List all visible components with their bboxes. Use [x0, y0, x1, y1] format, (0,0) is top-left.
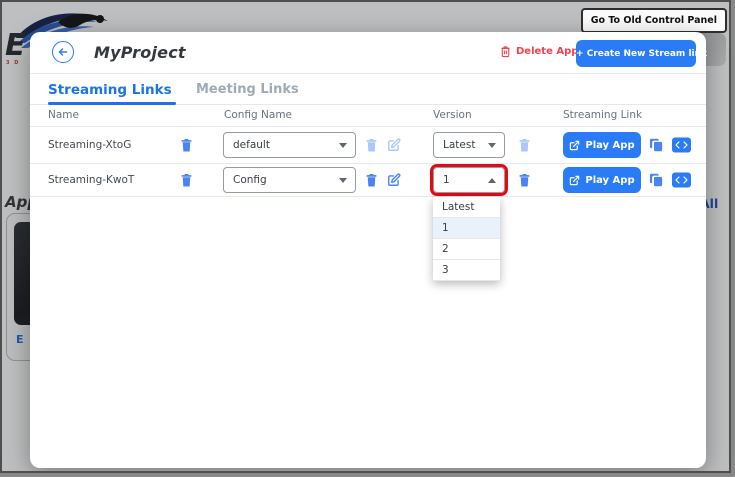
- caret-down-icon: [339, 143, 347, 148]
- delete-version-button[interactable]: [518, 173, 531, 188]
- column-header-streaming-link: Streaming Link: [563, 109, 642, 121]
- trash-icon: [180, 138, 193, 153]
- app-window: E 3 D Go To Old Control Panel Apps All E…: [0, 0, 731, 473]
- edit-icon: [387, 173, 401, 187]
- version-select-open[interactable]: 1: [433, 167, 505, 193]
- copy-link-button[interactable]: [649, 137, 664, 153]
- column-header-config-name: Config Name: [224, 109, 292, 121]
- create-new-stream-link-button[interactable]: + Create New Stream link: [576, 40, 696, 67]
- external-link-icon: [569, 140, 580, 151]
- version-option[interactable]: Latest: [433, 197, 500, 218]
- copy-icon: [649, 172, 664, 188]
- version-value: Latest: [434, 139, 475, 151]
- version-option[interactable]: 2: [433, 239, 500, 260]
- edit-config-button[interactable]: [387, 173, 401, 187]
- column-header-name: Name: [48, 109, 79, 121]
- config-name-select[interactable]: Config: [223, 167, 356, 193]
- version-option[interactable]: 3: [433, 260, 500, 281]
- delete-trash-icon: [500, 45, 511, 58]
- plus-icon: +: [576, 49, 584, 59]
- code-embed-icon: [675, 141, 688, 150]
- back-button[interactable]: [52, 41, 74, 63]
- config-name-value: Config: [224, 174, 267, 186]
- delete-app-button[interactable]: Delete App: [500, 45, 578, 58]
- code-embed-icon: [675, 176, 688, 185]
- modal-header: MyProject Delete App + Create New Stream…: [30, 32, 706, 74]
- embed-code-button[interactable]: [672, 173, 691, 188]
- version-value: 1: [434, 174, 450, 186]
- table-row: Streaming-KwoT Config 1: [30, 164, 706, 197]
- trash-icon: [365, 173, 378, 188]
- delete-stream-button[interactable]: [180, 138, 193, 153]
- tab-bar: Streaming Links Meeting Links: [30, 74, 706, 105]
- copy-icon: [649, 137, 664, 153]
- version-select[interactable]: Latest: [433, 132, 505, 158]
- tab-streaming-links[interactable]: Streaming Links: [48, 82, 172, 98]
- delete-version-button[interactable]: [518, 138, 531, 153]
- caret-down-icon: [488, 143, 496, 148]
- back-arrow-icon: [57, 46, 69, 58]
- config-name-select[interactable]: default: [223, 132, 356, 158]
- delete-stream-button[interactable]: [180, 173, 193, 188]
- tab-meeting-links[interactable]: Meeting Links: [196, 82, 299, 97]
- trash-icon: [518, 173, 531, 188]
- edit-icon: [387, 138, 401, 152]
- embed-code-button[interactable]: [672, 138, 691, 153]
- caret-down-icon: [339, 178, 347, 183]
- config-name-value: default: [224, 139, 270, 151]
- project-title: MyProject: [94, 43, 186, 62]
- go-to-old-control-panel-button[interactable]: Go To Old Control Panel: [581, 8, 727, 33]
- table-header-row: Name Config Name Version Streaming Link: [30, 105, 706, 127]
- stream-name: Streaming-XtoG: [48, 139, 131, 151]
- caret-up-icon: [488, 178, 496, 183]
- project-modal: MyProject Delete App + Create New Stream…: [30, 32, 706, 468]
- create-new-stream-link-label: Create New Stream link: [587, 49, 707, 59]
- version-option-selected[interactable]: 1: [433, 218, 500, 239]
- column-header-version: Version: [433, 109, 472, 121]
- version-dropdown-menu: Latest 1 2 3: [433, 197, 500, 281]
- play-app-label: Play App: [585, 175, 634, 186]
- trash-icon: [518, 138, 531, 153]
- play-app-label: Play App: [585, 140, 634, 151]
- delete-config-button[interactable]: [365, 138, 378, 153]
- copy-link-button[interactable]: [649, 172, 664, 188]
- table-row: Streaming-XtoG default Latest: [30, 127, 706, 164]
- edit-config-button[interactable]: [387, 138, 401, 152]
- stream-name: Streaming-KwoT: [48, 174, 134, 186]
- external-link-icon: [569, 175, 580, 186]
- play-app-button[interactable]: Play App: [563, 167, 641, 193]
- play-app-button[interactable]: Play App: [563, 132, 641, 158]
- delete-config-button[interactable]: [365, 173, 378, 188]
- delete-app-label: Delete App: [516, 46, 578, 57]
- trash-icon: [365, 138, 378, 153]
- trash-icon: [180, 173, 193, 188]
